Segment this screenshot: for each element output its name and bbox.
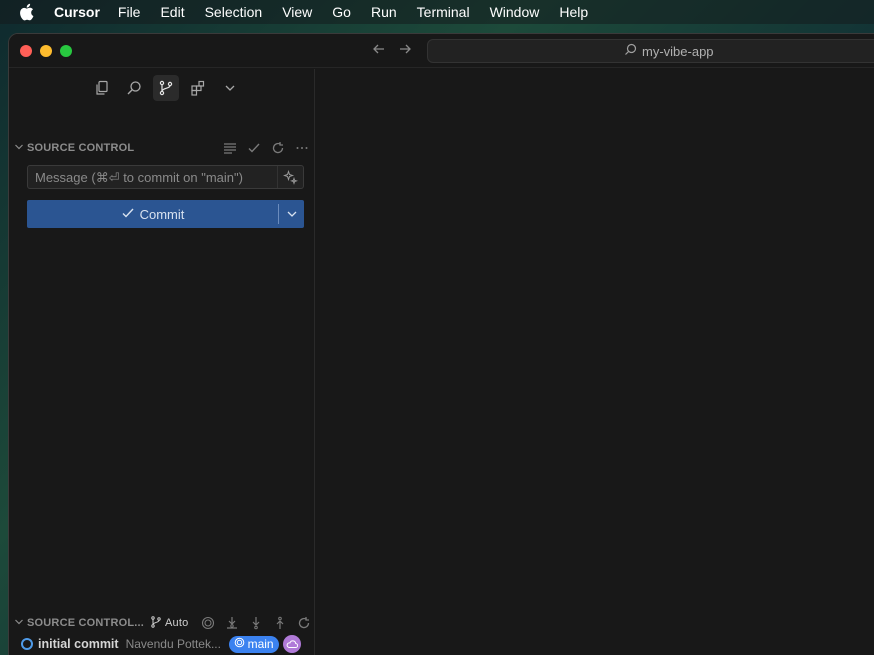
commit-button-label: Commit	[139, 206, 185, 222]
apple-icon[interactable]	[18, 3, 38, 21]
arrow-left-icon[interactable]	[370, 42, 388, 60]
arrow-right-icon[interactable]	[396, 42, 414, 60]
commit-button[interactable]: Commit	[27, 200, 278, 228]
search-icon[interactable]	[121, 75, 147, 101]
macos-menu-bar: Cursor File Edit Selection View Go Run T…	[0, 0, 874, 24]
branch-name: main	[247, 637, 274, 651]
commit-message-input[interactable]	[28, 166, 277, 188]
menu-app-name[interactable]: Cursor	[54, 4, 100, 20]
chevron-down-icon[interactable]	[279, 200, 304, 228]
chevron-down-icon[interactable]	[217, 75, 243, 101]
menu-view[interactable]: View	[282, 4, 312, 20]
menu-help[interactable]: Help	[559, 4, 588, 20]
menu-selection[interactable]: Selection	[205, 4, 263, 20]
target-icon	[234, 637, 245, 651]
fetch-icon[interactable]	[220, 614, 244, 632]
commit-node-icon	[21, 638, 33, 650]
command-center-search[interactable]: my-vibe-app	[427, 39, 874, 63]
sidebar: SOURCE CONTROL Message (⌘⏎ to commit on …	[9, 69, 315, 655]
files-icon[interactable]	[89, 75, 115, 101]
branch-badge: main	[228, 635, 279, 653]
checkmark-icon[interactable]	[245, 139, 263, 157]
more-actions-icon[interactable]	[293, 139, 311, 157]
minimize-window-button[interactable]	[40, 45, 52, 57]
title-bar: my-vibe-app	[9, 34, 874, 68]
target-icon[interactable]	[196, 614, 220, 632]
commit-message-field	[27, 165, 304, 189]
extensions-icon[interactable]	[185, 75, 211, 101]
activity-bar	[9, 69, 315, 105]
maximize-window-button[interactable]	[60, 45, 72, 57]
menu-go[interactable]: Go	[332, 4, 351, 20]
refresh-icon[interactable]	[292, 614, 316, 632]
source-control-graph-header[interactable]: SOURCE CONTROL... Auto	[9, 612, 315, 634]
graph-commit-row[interactable]: initial commit Navendu Pottek... main	[9, 633, 315, 655]
source-control-title: SOURCE CONTROL	[27, 142, 135, 154]
menu-edit[interactable]: Edit	[160, 4, 184, 20]
menu-window[interactable]: Window	[490, 4, 540, 20]
sparkle-icon[interactable]	[277, 166, 303, 188]
menu-terminal[interactable]: Terminal	[417, 4, 470, 20]
commit-button-group: Commit	[27, 200, 304, 228]
source-control-icon[interactable]	[153, 75, 179, 101]
commit-author: Navendu Pottek...	[125, 637, 221, 651]
source-control-section-header[interactable]: SOURCE CONTROL	[9, 137, 315, 159]
editor-area[interactable]	[316, 69, 874, 655]
commit-message: initial commit	[38, 637, 119, 651]
workspace-name: my-vibe-app	[642, 43, 714, 59]
view-as-tree-icon[interactable]	[221, 139, 239, 157]
menu-run[interactable]: Run	[371, 4, 397, 20]
checkmark-icon	[121, 206, 135, 223]
close-window-button[interactable]	[20, 45, 32, 57]
graph-title: SOURCE CONTROL...	[27, 617, 145, 629]
pull-icon[interactable]	[244, 614, 268, 632]
menu-file[interactable]: File	[118, 4, 141, 20]
app-window: my-vibe-app SOURCE CONTROL Message (⌘⏎ t…	[8, 33, 874, 655]
git-branch-icon	[150, 615, 162, 631]
chevron-down-icon[interactable]	[9, 617, 27, 630]
branch-filter-button[interactable]: Auto	[150, 615, 189, 631]
chevron-down-icon[interactable]	[9, 142, 27, 155]
refresh-icon[interactable]	[269, 139, 287, 157]
auto-label: Auto	[165, 617, 189, 629]
search-icon	[624, 43, 637, 59]
cloud-icon	[282, 635, 301, 653]
push-icon[interactable]	[268, 614, 292, 632]
